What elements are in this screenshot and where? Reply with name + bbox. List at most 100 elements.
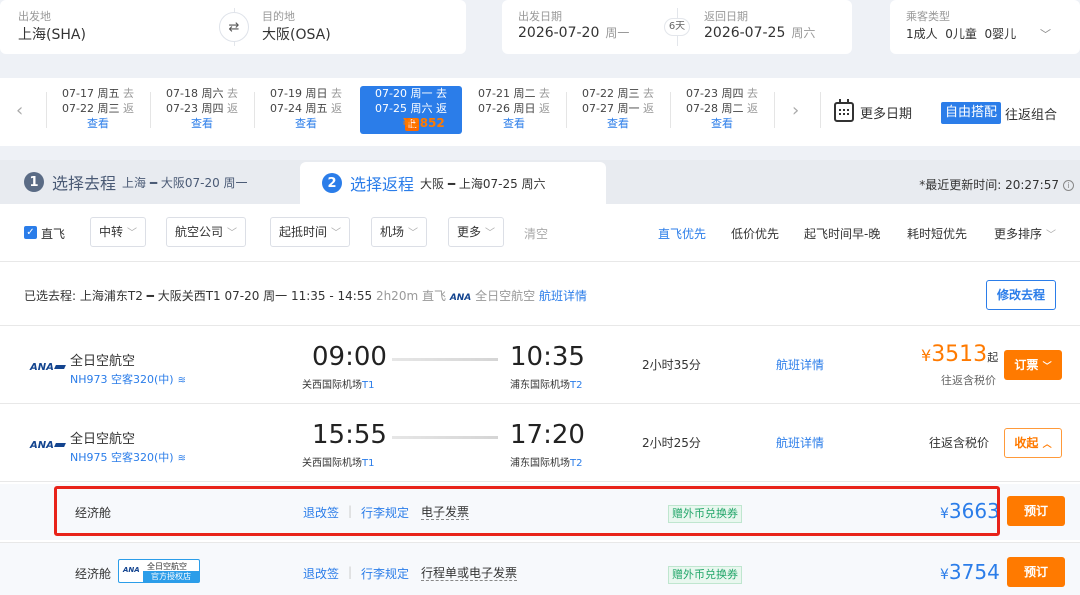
from-label: 出发地 (18, 10, 51, 23)
sort-shortest[interactable]: 耗时短优先 (907, 225, 967, 242)
flight-number[interactable]: NH975 空客320(中) ≋ (70, 449, 186, 465)
sort-more[interactable]: 更多排序 ﹀ (994, 225, 1056, 242)
to-field[interactable]: 大阪(OSA) (262, 24, 331, 44)
passenger-box[interactable]: 乘客类型 1成人 0儿童 0婴儿 ﹀ (890, 0, 1080, 54)
currency-symbol: ¥ (940, 567, 949, 583)
roundtrip-combo-tab[interactable]: 往返组合 (1005, 104, 1057, 123)
price-value: 3513 (931, 342, 988, 367)
date-out: 07-19 周日 (270, 87, 328, 100)
collapse-button[interactable]: 收起 ︿ (1004, 428, 1062, 458)
more-filter[interactable]: 更多 ﹀ (448, 217, 505, 247)
date-view-link: 查看 (87, 117, 109, 130)
date-return: 07-26 周日 (478, 102, 536, 115)
refund-change-link[interactable]: 退改签 (303, 504, 339, 521)
arrival-airport: 浦东国际机场T2 (510, 376, 582, 391)
chevron-left-icon[interactable]: ‹ (16, 100, 23, 121)
step-2-title: 选择返程 (350, 175, 415, 194)
date-return-tag: 返 (538, 102, 550, 115)
direct-label[interactable]: 直飞 (41, 225, 65, 242)
departure-time: 09:00 (312, 342, 387, 372)
date-option[interactable]: 07-18 周六 去 07-23 周四 返 查看 (150, 86, 254, 134)
chevron-down-icon: ﹀ (1046, 230, 1057, 241)
baggage-rules-link[interactable]: 行李规定 (361, 565, 409, 582)
sort-low-price[interactable]: 低价优先 (731, 225, 779, 242)
transfer-filter[interactable]: 中转 ﹀ (90, 217, 147, 247)
date-option[interactable]: 07-19 周日 去 07-24 周五 返 查看 (254, 86, 358, 134)
date-separator (820, 92, 821, 128)
badge-official-store: 官方授权店 (143, 571, 199, 582)
wifi-icon: ≋ (177, 375, 186, 386)
step-outbound-tab[interactable]: 1 选择去程 上海 ━ 大阪07-20 周一 (0, 160, 300, 204)
change-outbound-button[interactable]: 修改去程 (986, 280, 1056, 310)
flight-details-link[interactable]: 航班详情 (776, 356, 824, 373)
clear-filters[interactable]: 清空 (524, 225, 548, 242)
date-out-tag: 去 (746, 87, 758, 100)
baggage-rules-link[interactable]: 行李规定 (361, 504, 409, 521)
chevron-down-icon: ﹀ (127, 228, 138, 239)
date-out: 07-22 周三 (582, 87, 640, 100)
chevron-right-icon[interactable]: › (792, 100, 799, 121)
refund-change-link[interactable]: 退改签 (303, 565, 339, 582)
from-field[interactable]: 上海(SHA) (18, 24, 86, 44)
invoice-type[interactable]: 电子发票 (421, 505, 470, 520)
filter-bar: ✓ 直飞 中转 ﹀ 航空公司 ﹀ 起抵时间 ﹀ 机场 ﹀ 更多 ﹀ 清空 直飞优先 低价优… (0, 204, 1080, 262)
price-value: 3663 (948, 499, 1000, 523)
departure-terminal: T1 (362, 458, 375, 469)
airport-filter[interactable]: 机场 ﹀ (371, 217, 428, 247)
date-return: 07-25 周六 (375, 102, 433, 115)
date-view-link: 查看 (295, 117, 317, 130)
date-option[interactable]: 07-21 周二 去 07-26 周日 返 查看 (462, 86, 566, 134)
reserve-button[interactable]: 预订 (1007, 496, 1065, 526)
sort-more-label: 更多排序 (994, 227, 1043, 241)
date-option[interactable]: 07-22 周三 去 07-27 周一 返 查看 (566, 86, 670, 134)
sort-early-departure[interactable]: 起飞时间早-晚 (804, 225, 880, 242)
airline-filter[interactable]: 航空公司 ﹀ (166, 217, 247, 247)
date-return: 07-24 周五 (270, 102, 328, 115)
direct-checkbox[interactable]: ✓ (24, 226, 37, 239)
reserve-button[interactable]: 预订 (1007, 557, 1065, 587)
fare-row: 经济舱 退改签 | 行李规定 电子发票 赠外币兑换券 ¥3663 预订 (0, 484, 1080, 540)
step-return-tab[interactable]: 2 选择返程 大阪 ━ 上海07-25 周六 (300, 162, 606, 204)
passenger-label: 乘客类型 (906, 10, 950, 23)
depart-weekday: 周一 (605, 26, 630, 40)
fare-price: ¥3754 (940, 560, 1000, 584)
times-filter[interactable]: 起抵时间 ﹀ (270, 217, 351, 247)
return-date-field[interactable]: 2026-07-25 周六 (704, 24, 815, 41)
airline-logo-icon: ANA (30, 362, 65, 373)
chevron-up-icon: ︿ (1042, 440, 1052, 450)
date-return-tag: 返 (435, 102, 447, 115)
flight-row: ANA 全日空航空 NH973 空客320(中) ≋ 09:00 关西国际机场T1… (0, 326, 1080, 404)
info-icon[interactable]: i (1063, 180, 1074, 191)
date-out-tag: 去 (538, 87, 550, 100)
date-return: 07-22 周三 (62, 102, 120, 115)
last-updated-text: *最近更新时间: 20:27:57 (919, 178, 1059, 192)
selected-prefix: 已选去程: (24, 289, 77, 303)
date-option[interactable]: 07-17 周五 去 07-22 周三 返 查看 (46, 86, 150, 134)
airline-logo-icon: ANA (30, 440, 65, 451)
arrival-terminal: T2 (570, 380, 583, 391)
free-combo-button[interactable]: 自由搭配 (941, 102, 1002, 124)
transfer-filter-label: 中转 (99, 225, 124, 239)
selected-duration: 2h20m (375, 289, 419, 303)
flight-number-text: NH973 空客320(中) (70, 373, 174, 386)
date-option[interactable]: 07-23 周四 去 07-28 周二 返 查看 (670, 86, 774, 134)
sort-direct-first[interactable]: 直飞优先 (658, 225, 706, 242)
invoice-type[interactable]: 行程单或电子发票 (421, 566, 518, 581)
depart-date-field[interactable]: 2026-07-20 周一 (518, 24, 629, 41)
flight-details-link[interactable]: 航班详情 (776, 434, 824, 451)
selected-flight-details-link[interactable]: 航班详情 (539, 289, 587, 303)
flight-line (392, 358, 498, 361)
swap-icon[interactable]: ⇄ (219, 12, 249, 42)
book-ticket-button[interactable]: 订票 ﹀ (1004, 350, 1062, 380)
date-option-selected[interactable]: 07-20 周一 去 07-25 周六 返 ¥2852 低 (360, 86, 462, 134)
voucher-badge: 赠外币兑换券 (668, 505, 742, 523)
flight-number[interactable]: NH973 空客320(中) ≋ (70, 371, 186, 387)
arrival-airport-name: 浦东国际机场 (510, 380, 570, 391)
date-view-link: 查看 (503, 117, 525, 130)
more-dates-button[interactable]: 更多日期 (834, 99, 912, 122)
date-out: 07-18 周六 (166, 87, 224, 100)
departure-terminal: T1 (362, 380, 375, 391)
last-updated: *最近更新时间: 20:27:57 i (919, 176, 1074, 193)
departure-time: 15:55 (312, 420, 387, 450)
date-out-tag: 去 (642, 87, 654, 100)
